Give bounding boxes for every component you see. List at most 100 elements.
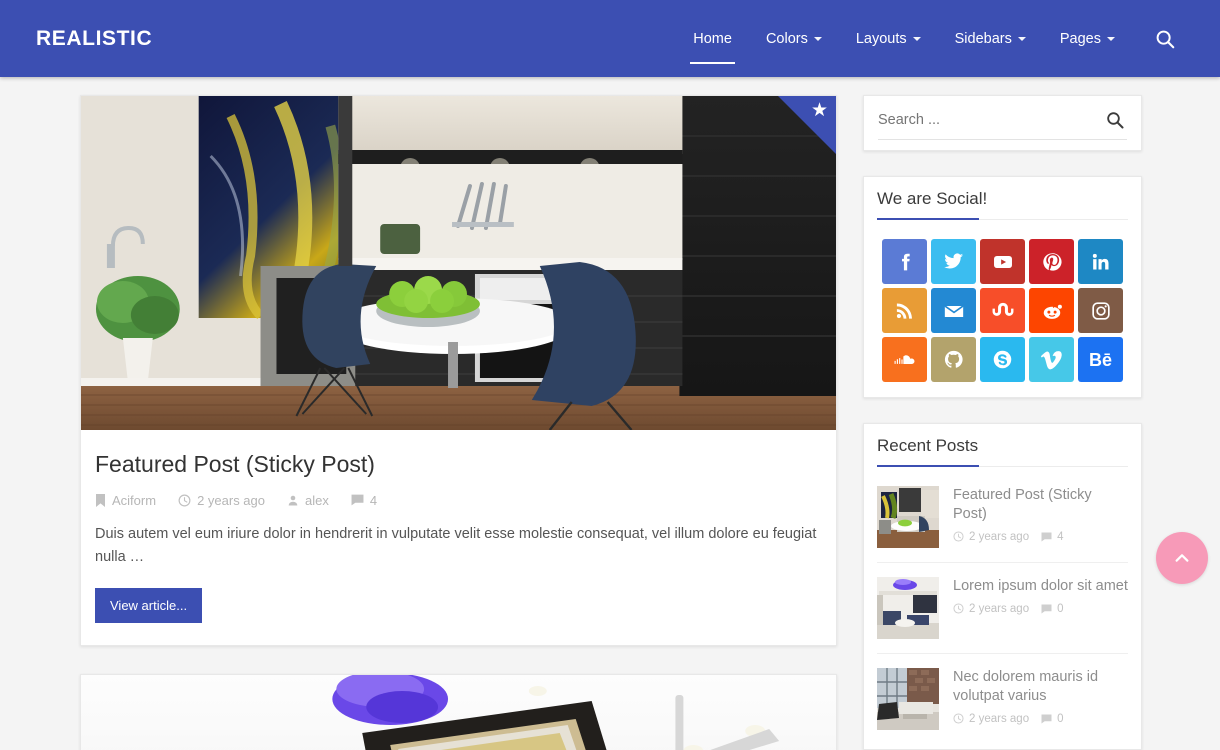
clock-icon xyxy=(953,713,964,724)
post-title[interactable]: Featured Post (Sticky Post) xyxy=(95,450,822,479)
widget-title-social: We are Social! xyxy=(877,189,1128,220)
recent-post-comments: 0 xyxy=(1041,713,1064,725)
social-link-github[interactable] xyxy=(931,337,976,382)
twitter-icon xyxy=(944,253,964,269)
recent-post-title: Featured Post (Sticky Post) xyxy=(953,487,1092,522)
post-second-image[interactable] xyxy=(81,674,836,750)
recent-post-meta: 2 years ago 0 xyxy=(953,713,1128,725)
social-link-facebook[interactable] xyxy=(882,239,927,284)
post-category-label: Aciform xyxy=(112,492,157,508)
post-meta-category[interactable]: Aciform xyxy=(95,493,156,508)
social-link-pinterest[interactable] xyxy=(1029,239,1074,284)
instagram-icon xyxy=(1091,301,1110,320)
recent-post-thumbnail xyxy=(877,577,939,639)
nav-item-sidebars[interactable]: Sidebars xyxy=(938,0,1043,77)
social-link-behance[interactable]: Bē xyxy=(1078,337,1123,382)
linkedin-icon xyxy=(1092,253,1108,269)
comment-icon xyxy=(1041,532,1052,542)
recent-post-time-label: 2 years ago xyxy=(969,712,1030,725)
user-icon xyxy=(288,495,298,506)
widget-title-recent: Recent Posts xyxy=(877,436,1128,467)
post-featured-image[interactable]: ★ xyxy=(81,96,836,430)
recent-post-comment-count: 0 xyxy=(1057,602,1064,615)
rss-icon xyxy=(896,303,912,319)
widget-recent-posts: Recent Posts Featured Post (Sticky Post)… xyxy=(863,423,1142,750)
page-wrapper: ★ Featured Post (Sticky Post) Aciform 2 … xyxy=(0,77,1220,750)
post-card-featured: ★ Featured Post (Sticky Post) Aciform 2 … xyxy=(80,95,837,646)
social-link-twitter[interactable] xyxy=(931,239,976,284)
recent-post-time-label: 2 years ago xyxy=(969,530,1030,543)
ceiling-interior-image xyxy=(81,674,836,750)
social-link-stumbleupon[interactable] xyxy=(980,288,1025,333)
nav-item-label: Colors xyxy=(765,30,808,47)
social-link-skype[interactable] xyxy=(980,337,1025,382)
recent-post-text: Nec dolorem mauris id volutpat varius 2 … xyxy=(953,668,1128,730)
recent-post-comments: 0 xyxy=(1041,602,1064,615)
nav-item-pages[interactable]: Pages xyxy=(1043,0,1132,77)
recent-post-text: Lorem ipsum dolor sit amet 2 years ago 0 xyxy=(953,577,1128,639)
widget-search xyxy=(863,95,1142,151)
nav-item-layouts[interactable]: Layouts xyxy=(839,0,938,77)
bookmark-icon xyxy=(96,493,105,507)
comment-icon xyxy=(351,494,364,506)
clock-icon xyxy=(178,494,191,507)
pinterest-icon xyxy=(1042,252,1062,271)
search-input[interactable] xyxy=(878,112,1099,128)
loft-thumb-image xyxy=(877,668,939,730)
chevron-down-icon xyxy=(1107,36,1115,41)
chevron-down-icon xyxy=(1017,36,1026,41)
recent-post-item[interactable]: Featured Post (Sticky Post) 2 years ago … xyxy=(877,480,1128,563)
kitchen-interior-image xyxy=(81,96,836,430)
social-link-linkedin[interactable] xyxy=(1078,239,1123,284)
view-article-button[interactable]: View article... xyxy=(95,587,203,623)
recent-post-meta: 2 years ago 0 xyxy=(953,603,1128,615)
sticky-post-ribbon: ★ xyxy=(778,96,836,154)
recent-post-time-label: 2 years ago xyxy=(969,602,1030,615)
nav-item-colors[interactable]: Colors xyxy=(749,0,839,77)
site-header: REALISTIC Home Colors Layouts Sidebars P… xyxy=(0,0,1220,77)
search-submit-button[interactable] xyxy=(1099,110,1127,130)
post-time-label: 2 years ago xyxy=(197,492,265,508)
post-excerpt: Duis autem vel eum iriure dolor in hendr… xyxy=(95,525,817,566)
post-meta-comments[interactable]: 4 xyxy=(351,493,377,508)
nav-item-label: Pages xyxy=(1059,30,1101,47)
social-link-soundcloud[interactable] xyxy=(882,337,927,382)
facebook-icon xyxy=(901,253,910,270)
nav-item-label: Sidebars xyxy=(954,30,1012,47)
social-link-rss[interactable] xyxy=(882,288,927,333)
social-link-instagram[interactable] xyxy=(1078,288,1123,333)
envelope-icon xyxy=(943,304,964,317)
chevron-up-icon xyxy=(1175,554,1189,562)
search-row xyxy=(878,110,1127,140)
recent-post-item[interactable]: Lorem ipsum dolor sit amet 2 years ago 0 xyxy=(877,563,1128,654)
comment-icon xyxy=(1041,714,1052,724)
content-column: ★ Featured Post (Sticky Post) Aciform 2 … xyxy=(80,95,837,750)
recent-post-time: 2 years ago xyxy=(953,713,1029,725)
recent-post-time: 2 years ago xyxy=(953,531,1029,543)
comment-icon xyxy=(1041,604,1052,614)
nav-item-home[interactable]: Home xyxy=(676,0,749,77)
site-logo[interactable]: REALISTIC xyxy=(36,27,152,51)
post-meta-author[interactable]: alex xyxy=(287,493,329,508)
search-icon xyxy=(1156,30,1175,48)
recent-post-meta: 2 years ago 4 xyxy=(953,531,1128,543)
nav-item-label: Layouts xyxy=(855,30,907,47)
chevron-down-icon xyxy=(813,36,822,41)
recent-post-time: 2 years ago xyxy=(953,603,1029,615)
recent-post-item[interactable]: Nec dolorem mauris id volutpat varius 2 … xyxy=(877,654,1128,736)
github-icon xyxy=(944,350,963,368)
social-link-vimeo[interactable] xyxy=(1029,337,1074,382)
recent-post-comments: 4 xyxy=(1041,530,1064,543)
header-search-toggle[interactable] xyxy=(1132,0,1184,77)
recent-post-comment-count: 4 xyxy=(1057,530,1064,543)
nav-item-label: Home xyxy=(693,30,732,47)
recent-post-title: Nec dolorem mauris id volutpat varius xyxy=(953,669,1099,704)
skype-icon xyxy=(993,350,1012,369)
recent-post-thumbnail xyxy=(877,486,939,548)
vimeo-icon xyxy=(1040,350,1062,369)
social-link-youtube[interactable] xyxy=(980,239,1025,284)
social-link-reddit[interactable] xyxy=(1029,288,1074,333)
social-link-email[interactable] xyxy=(931,288,976,333)
scroll-to-top-button[interactable] xyxy=(1156,532,1208,584)
recent-post-title: Lorem ipsum dolor sit amet xyxy=(953,578,1128,594)
